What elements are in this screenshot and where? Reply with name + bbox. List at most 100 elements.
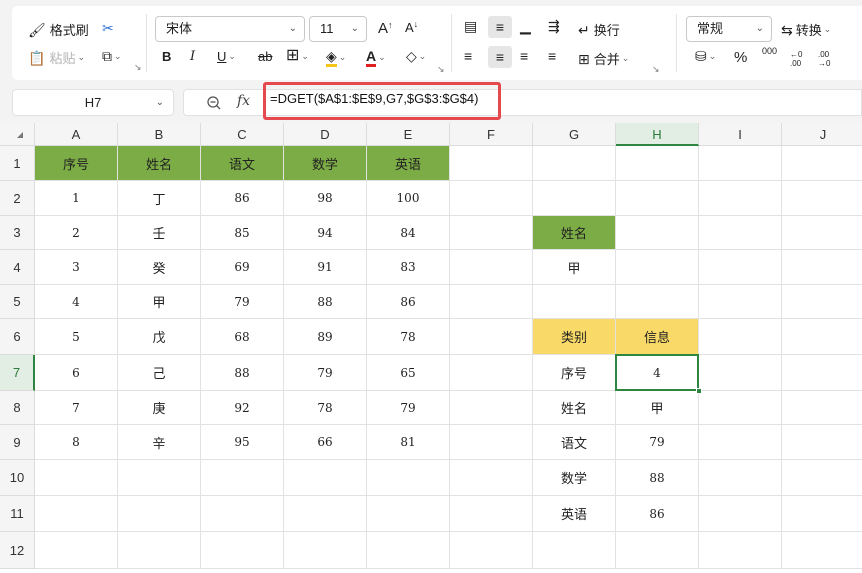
cell[interactable]	[782, 496, 862, 532]
cell[interactable]	[367, 532, 450, 569]
cell-d1[interactable]: 数学	[284, 146, 367, 181]
align-bottom-button[interactable]: ▁	[520, 18, 531, 34]
cell[interactable]	[699, 425, 782, 460]
cell[interactable]	[450, 216, 533, 250]
cell[interactable]	[699, 355, 782, 391]
select-all-corner[interactable]	[0, 123, 35, 146]
cell[interactable]	[450, 355, 533, 391]
align-right-button[interactable]: ≡	[520, 48, 528, 64]
font-size-select[interactable]: 11 ⌄	[309, 16, 367, 42]
cell[interactable]	[699, 460, 782, 496]
cell-c3[interactable]: 85	[201, 216, 284, 250]
align-center-button[interactable]: ≡	[488, 46, 512, 68]
row-header-12[interactable]: 12	[0, 532, 35, 569]
bold-button[interactable]: B	[162, 49, 171, 64]
cell[interactable]	[616, 532, 699, 569]
cell-a2[interactable]: 1	[35, 181, 118, 216]
indent-button[interactable]: ⇶	[548, 18, 560, 34]
cell[interactable]	[284, 532, 367, 569]
cell-d2[interactable]: 98	[284, 181, 367, 216]
cell[interactable]	[533, 532, 616, 569]
align-middle-button[interactable]: ≡	[488, 16, 512, 38]
column-header-e[interactable]: E	[367, 123, 450, 146]
cell[interactable]	[284, 496, 367, 532]
underline-button[interactable]: U ⌄	[217, 49, 236, 64]
cell[interactable]	[201, 460, 284, 496]
cell-b2[interactable]: 丁	[118, 181, 201, 216]
decrease-decimal-button[interactable]: .00 →0	[818, 50, 840, 68]
cell-h6[interactable]: 信息	[616, 319, 699, 355]
cell-b8[interactable]: 庚	[118, 391, 201, 425]
cell-a7[interactable]: 6	[35, 355, 118, 391]
cell-g9[interactable]: 语文	[533, 425, 616, 460]
cell-d6[interactable]: 89	[284, 319, 367, 355]
cell-e1[interactable]: 英语	[367, 146, 450, 181]
cell-a9[interactable]: 8	[35, 425, 118, 460]
cell-b5[interactable]: 甲	[118, 285, 201, 319]
cell[interactable]	[450, 391, 533, 425]
font-shrink-button[interactable]: A ↓	[405, 19, 418, 36]
cell-h8[interactable]: 甲	[616, 391, 699, 425]
cell-h11[interactable]: 86	[616, 496, 699, 532]
cell[interactable]	[782, 250, 862, 285]
wrap-text-button[interactable]: ↵ 换行	[578, 20, 620, 39]
cell[interactable]	[35, 460, 118, 496]
cell-d9[interactable]: 66	[284, 425, 367, 460]
cell[interactable]	[782, 532, 862, 569]
active-cell-selection[interactable]	[615, 354, 699, 391]
cell[interactable]	[782, 181, 862, 216]
cell-e3[interactable]: 84	[367, 216, 450, 250]
cell-a1[interactable]: 序号	[35, 146, 118, 181]
cell-g3[interactable]: 姓名	[533, 216, 616, 250]
column-header-j[interactable]: J	[782, 123, 862, 146]
cell[interactable]	[201, 496, 284, 532]
cell[interactable]	[35, 496, 118, 532]
cell[interactable]	[782, 460, 862, 496]
cell-c9[interactable]: 95	[201, 425, 284, 460]
cell-c1[interactable]: 语文	[201, 146, 284, 181]
copy-button[interactable]: ⧉ ⌄	[102, 48, 122, 64]
row-header-1[interactable]: 1	[0, 146, 35, 181]
row-header-11[interactable]: 11	[0, 496, 35, 532]
cell[interactable]	[699, 285, 782, 319]
cell-d4[interactable]: 91	[284, 250, 367, 285]
cell-b4[interactable]: 癸	[118, 250, 201, 285]
cell[interactable]	[699, 496, 782, 532]
row-header-9[interactable]: 9	[0, 425, 35, 460]
row-header-2[interactable]: 2	[0, 181, 35, 216]
clipboard-expand-icon[interactable]: ↘	[134, 62, 142, 73]
cell-d8[interactable]: 78	[284, 391, 367, 425]
align-left-button[interactable]: ≡	[464, 48, 472, 64]
cell[interactable]	[118, 460, 201, 496]
cell-g11[interactable]: 英语	[533, 496, 616, 532]
cell-c4[interactable]: 69	[201, 250, 284, 285]
cell-d3[interactable]: 94	[284, 216, 367, 250]
cell-c5[interactable]: 79	[201, 285, 284, 319]
cell[interactable]	[699, 532, 782, 569]
cell[interactable]	[35, 532, 118, 569]
cell[interactable]	[367, 496, 450, 532]
cell[interactable]	[782, 319, 862, 355]
paste-button[interactable]: 📋 粘贴 ⌄	[28, 48, 85, 67]
cell[interactable]	[533, 146, 616, 181]
cell[interactable]	[367, 460, 450, 496]
borders-button[interactable]: ⊞ ⌄	[286, 48, 309, 64]
cell-a6[interactable]: 5	[35, 319, 118, 355]
cell[interactable]	[782, 216, 862, 250]
cell-h10[interactable]: 88	[616, 460, 699, 496]
italic-button[interactable]: I	[190, 49, 195, 64]
cell-a5[interactable]: 4	[35, 285, 118, 319]
fill-color-button[interactable]: ◈ ⌄	[326, 48, 346, 67]
column-header-g[interactable]: G	[533, 123, 616, 146]
cell-e2[interactable]: 100	[367, 181, 450, 216]
column-header-c[interactable]: C	[201, 123, 284, 146]
cell-b1[interactable]: 姓名	[118, 146, 201, 181]
cell-g4[interactable]: 甲	[533, 250, 616, 285]
cell[interactable]	[782, 355, 862, 391]
cell-c8[interactable]: 92	[201, 391, 284, 425]
justify-button[interactable]: ≡	[548, 48, 556, 64]
cell[interactable]	[699, 319, 782, 355]
cell[interactable]	[450, 460, 533, 496]
cell[interactable]	[616, 146, 699, 181]
cell[interactable]	[699, 146, 782, 181]
